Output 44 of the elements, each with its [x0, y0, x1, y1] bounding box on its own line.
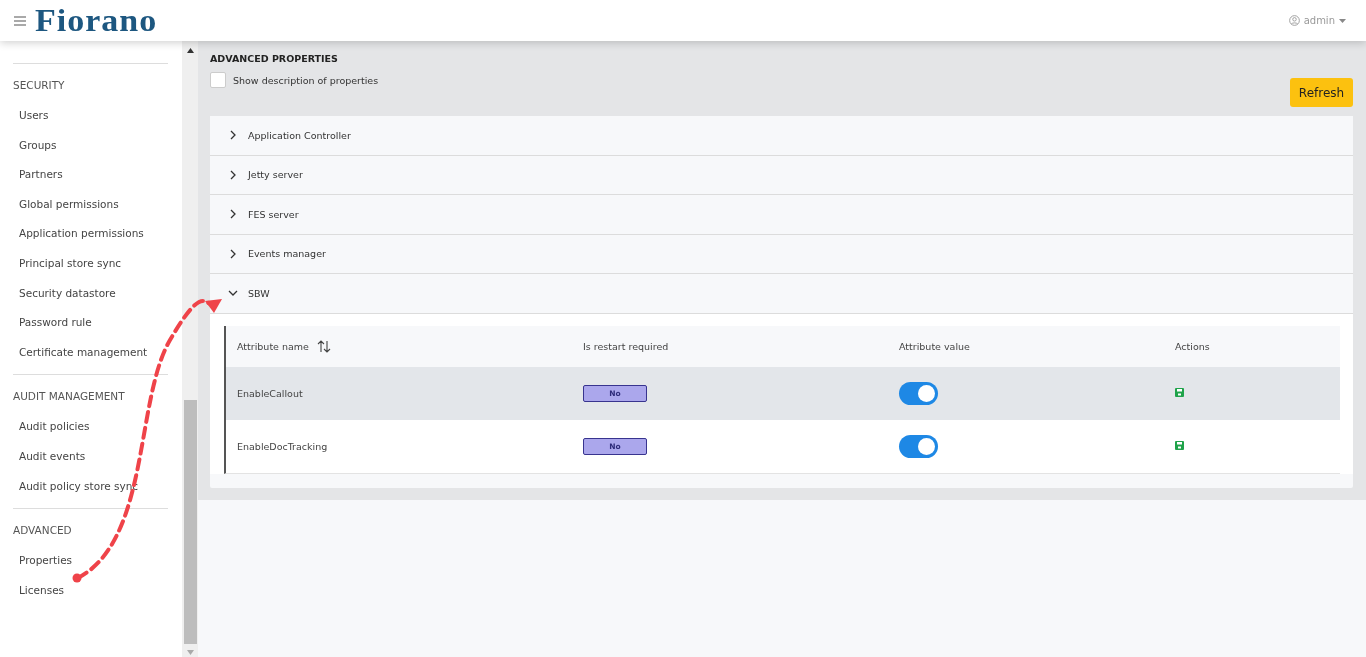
chevron-right-icon	[228, 248, 238, 259]
scroll-up-icon[interactable]	[186, 48, 194, 53]
column-header: Is restart required	[583, 340, 670, 352]
sidebar-item[interactable]: Audit policies	[13, 419, 182, 449]
sidebar-item[interactable]: Partners	[13, 167, 182, 197]
column-header: Attribute name	[237, 340, 309, 352]
save-icon[interactable]	[1175, 440, 1184, 450]
save-icon[interactable]	[1175, 387, 1184, 397]
sidebar-item[interactable]: Password rule	[13, 315, 182, 345]
checkbox[interactable]	[210, 72, 226, 88]
sidebar-item[interactable]: Audit events	[13, 448, 182, 479]
logo: Fiorano	[35, 5, 158, 36]
sidebar-item[interactable]: Global permissions	[13, 196, 182, 227]
toggle-switch[interactable]	[899, 434, 938, 458]
scrollbar[interactable]	[182, 41, 198, 657]
user-icon	[1288, 15, 1300, 26]
sidebar-item[interactable]: Certificate management	[13, 344, 182, 375]
caret-icon	[1339, 18, 1346, 23]
scroll-down-icon[interactable]	[186, 650, 194, 655]
column-header: Attribute value	[899, 340, 971, 352]
sidebar-item[interactable]: Principal store sync	[13, 255, 182, 286]
sidebar-item[interactable]: Security datastore	[13, 285, 182, 316]
chevron-right-icon	[228, 209, 238, 220]
sidebar-item[interactable]: Users	[13, 108, 182, 138]
column-header: Actions	[1175, 340, 1211, 352]
sidebar-item[interactable]: Groups	[13, 137, 182, 168]
table-cell-text: EnableCallout	[237, 387, 304, 399]
menu-icon[interactable]	[14, 15, 26, 26]
table-cell-text: EnableDocTracking	[237, 440, 329, 452]
sort-icon[interactable]	[316, 339, 331, 353]
sidebar-item[interactable]: Licenses	[13, 582, 182, 613]
chevron-right-icon	[228, 169, 238, 180]
sidebar-item[interactable]: Application permissions	[13, 226, 182, 256]
checkbox-label: Show description of properties	[233, 74, 379, 86]
accordion-header[interactable]: Application Controller	[210, 116, 1353, 156]
refresh-button[interactable]: Refresh	[1290, 78, 1353, 107]
chevron-right-icon	[228, 130, 238, 141]
toggle-switch[interactable]	[899, 381, 938, 405]
page-title: ADVANCED PROPERTIES	[210, 53, 339, 64]
sidebar-item[interactable]: Properties	[13, 553, 182, 583]
section-title: ADVANCED	[13, 523, 73, 539]
scrollbar-thumb[interactable]	[183, 400, 197, 644]
section-title: AUDIT MANAGEMENT	[13, 389, 126, 405]
section-title: SECURITY	[13, 78, 66, 93]
